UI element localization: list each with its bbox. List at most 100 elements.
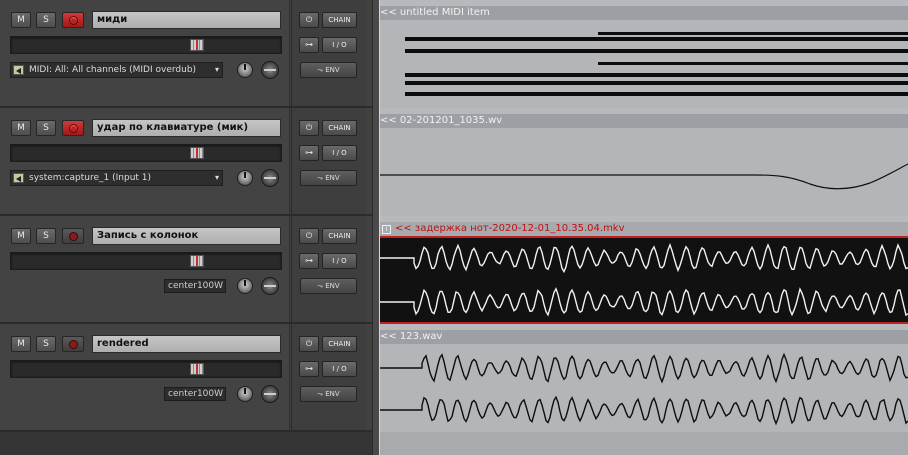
pan-knob[interactable] xyxy=(261,277,279,295)
route-icon[interactable]: ⊶ xyxy=(299,145,319,161)
record-input-select[interactable]: system:capture_1 (Input 1) ▾ xyxy=(10,170,223,186)
media-item-title[interactable]: << 02-201201_1035.wv xyxy=(380,114,908,128)
volume-meter[interactable] xyxy=(10,144,282,162)
track-name[interactable]: rendered xyxy=(92,335,281,353)
fx-bypass-button[interactable]: ⏻ xyxy=(299,228,319,244)
fx-bypass-button[interactable]: ⏻ xyxy=(299,120,319,136)
route-icon[interactable]: ⊶ xyxy=(299,361,319,377)
track-name[interactable]: миди xyxy=(92,11,281,29)
record-icon xyxy=(69,340,78,349)
envelope-icon: ⤳ xyxy=(317,66,326,74)
route-icon[interactable]: ⊶ xyxy=(299,37,319,53)
waveform-channel-1 xyxy=(380,242,908,274)
envelope-button[interactable]: ⤳ ENV xyxy=(300,278,357,294)
record-arm-button[interactable] xyxy=(62,336,84,352)
fx-chain-button[interactable]: CHAIN xyxy=(322,12,357,28)
pan-width-readout[interactable]: center100W xyxy=(164,279,226,293)
fx-chain-button[interactable]: CHAIN xyxy=(322,120,357,136)
volume-meter[interactable] xyxy=(10,360,282,378)
waveform-channel-2 xyxy=(380,287,908,317)
edit-cursor xyxy=(379,0,380,455)
solo-button[interactable]: S xyxy=(36,336,56,352)
envelope-icon: ⤳ xyxy=(317,174,326,182)
fx-bypass-button[interactable]: ⏻ xyxy=(299,12,319,28)
solo-button[interactable]: S xyxy=(36,228,56,244)
track-lane-3: i << задержка нот-2020-12-01_10.35.04.mkv xyxy=(380,216,908,324)
chevron-down-icon: ▾ xyxy=(214,173,219,182)
solo-button[interactable]: S xyxy=(36,120,56,136)
track-1[interactable]: M S миди MIDI: All: All channels (MIDI o… xyxy=(0,0,372,108)
chevron-down-icon: ▾ xyxy=(214,65,219,74)
midi-note xyxy=(405,81,908,85)
volume-meter[interactable] xyxy=(10,36,282,54)
track-4[interactable]: M S rendered center100W ⏻ CHAIN ⊶ I / O … xyxy=(0,324,372,432)
record-arm-button[interactable] xyxy=(62,12,84,28)
audio-item[interactable] xyxy=(380,128,908,216)
pan-knob[interactable] xyxy=(261,61,279,79)
track-3[interactable]: M S Запись с колонок center100W ⏻ CHAIN … xyxy=(0,216,372,324)
pan-knob[interactable] xyxy=(261,169,279,187)
volume-knob[interactable] xyxy=(237,386,253,402)
audio-item[interactable] xyxy=(380,344,908,432)
waveform xyxy=(380,163,908,190)
midi-input-icon xyxy=(13,65,24,75)
media-item-header[interactable]: i << задержка нот-2020-12-01_10.35.04.mkv xyxy=(380,222,908,236)
item-properties-icon[interactable]: i xyxy=(382,225,391,234)
record-input-label: MIDI: All: All channels (MIDI overdub) xyxy=(29,65,197,75)
midi-note xyxy=(405,73,908,77)
fx-chain-button[interactable]: CHAIN xyxy=(322,336,357,352)
midi-note xyxy=(405,49,908,53)
waveform xyxy=(380,242,908,317)
io-button[interactable]: I / O xyxy=(322,253,357,269)
track-lane-4: << 123.wav xyxy=(380,324,908,432)
envelope-button[interactable]: ⤳ ENV xyxy=(300,170,357,186)
io-button[interactable]: I / O xyxy=(322,37,357,53)
envelope-label: ENV xyxy=(325,282,340,290)
midi-note xyxy=(598,32,908,35)
track-name[interactable]: удар по клавиатуре (мик) xyxy=(92,119,281,137)
record-icon xyxy=(69,16,78,25)
envelope-button[interactable]: ⤳ ENV xyxy=(300,386,357,402)
record-arm-button[interactable] xyxy=(62,120,84,136)
mute-button[interactable]: M xyxy=(11,12,31,28)
volume-knob[interactable] xyxy=(237,62,253,78)
route-icon[interactable]: ⊶ xyxy=(299,253,319,269)
pan-width-readout[interactable]: center100W xyxy=(164,387,226,401)
media-item-title: << задержка нот-2020-12-01_10.35.04.mkv xyxy=(395,223,625,234)
record-arm-button[interactable] xyxy=(62,228,84,244)
arrange-view[interactable]: << untitled MIDI item << 02-201201_1035.… xyxy=(380,0,908,455)
envelope-icon: ⤳ xyxy=(317,282,326,290)
track-name[interactable]: Запись с колонок xyxy=(92,227,281,245)
envelope-label: ENV xyxy=(325,390,340,398)
volume-meter[interactable] xyxy=(10,252,282,270)
volume-fader[interactable] xyxy=(190,363,204,375)
volume-knob[interactable] xyxy=(237,170,253,186)
mute-button[interactable]: M xyxy=(11,336,31,352)
audio-item-selected[interactable] xyxy=(380,236,908,324)
mute-button[interactable]: M xyxy=(11,228,31,244)
volume-knob[interactable] xyxy=(237,278,253,294)
envelope-icon: ⤳ xyxy=(317,390,326,398)
fx-chain-button[interactable]: CHAIN xyxy=(322,228,357,244)
fx-bypass-button[interactable]: ⏻ xyxy=(299,336,319,352)
volume-fader[interactable] xyxy=(190,147,204,159)
pan-knob[interactable] xyxy=(261,385,279,403)
volume-fader[interactable] xyxy=(190,255,204,267)
record-input-label: system:capture_1 (Input 1) xyxy=(29,173,152,183)
record-input-select[interactable]: MIDI: All: All channels (MIDI overdub) ▾ xyxy=(10,62,223,78)
solo-button[interactable]: S xyxy=(36,12,56,28)
midi-note xyxy=(405,37,908,41)
track-2[interactable]: M S удар по клавиатуре (мик) system:capt… xyxy=(0,108,372,216)
envelope-button[interactable]: ⤳ ENV xyxy=(300,62,357,78)
io-button[interactable]: I / O xyxy=(322,361,357,377)
io-button[interactable]: I / O xyxy=(322,145,357,161)
volume-fader[interactable] xyxy=(190,39,204,51)
envelope-label: ENV xyxy=(325,174,340,182)
media-item-title[interactable]: << 123.wav xyxy=(380,330,908,344)
record-icon xyxy=(69,232,78,241)
media-item-title[interactable]: << untitled MIDI item xyxy=(380,6,908,20)
audio-input-icon xyxy=(13,173,24,183)
mute-button[interactable]: M xyxy=(11,120,31,136)
midi-item[interactable] xyxy=(380,20,908,108)
record-icon xyxy=(69,124,78,133)
